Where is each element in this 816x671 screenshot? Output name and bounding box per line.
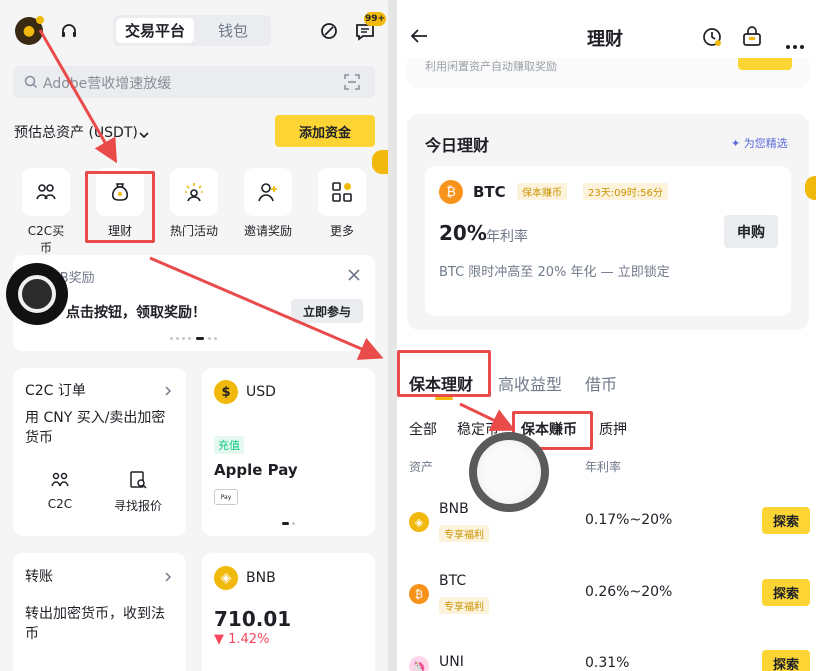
annotation-arrows [38, 29, 516, 432]
